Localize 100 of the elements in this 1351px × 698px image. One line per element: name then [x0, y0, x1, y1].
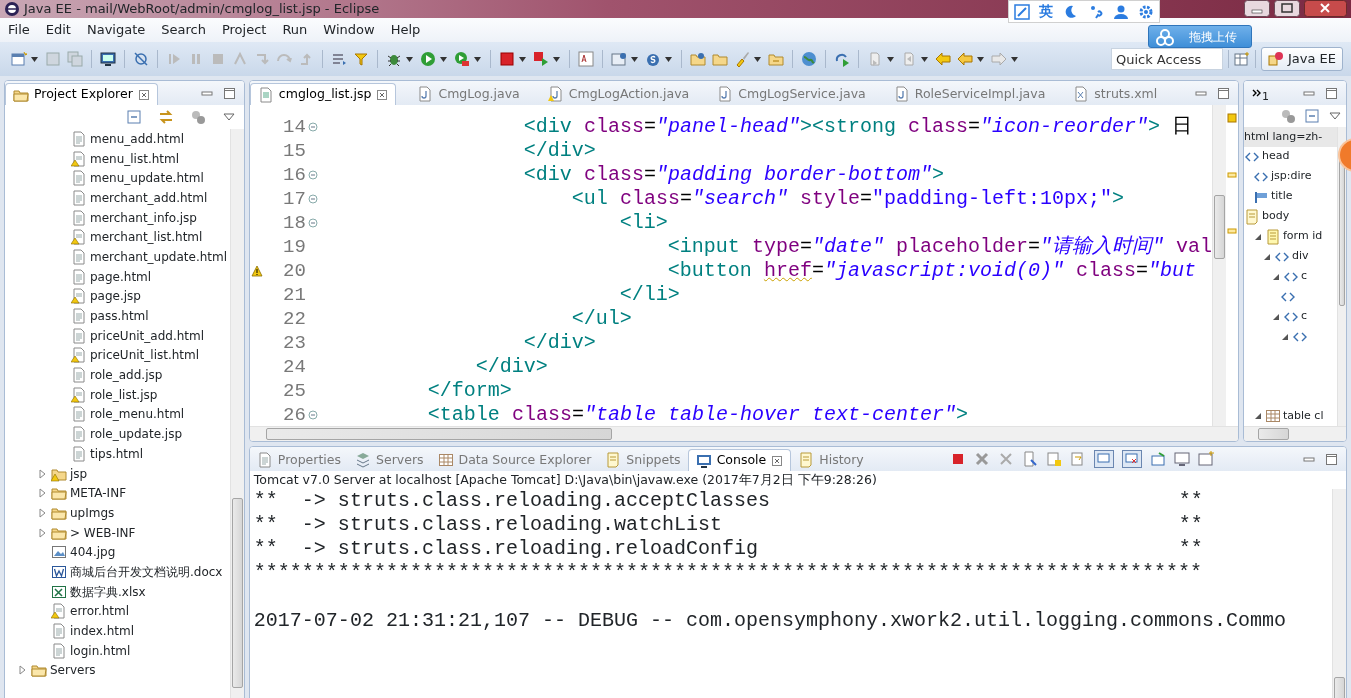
caret-icon[interactable]: [977, 56, 984, 62]
link-arrows-icon[interactable]: [157, 109, 174, 125]
menu-item[interactable]: Window: [315, 18, 383, 42]
expand-arrow-icon[interactable]: [17, 664, 28, 677]
vertical-scrollbar[interactable]: [229, 129, 244, 698]
view-tab[interactable]: Properties: [249, 449, 349, 471]
last-edit-icon[interactable]: [935, 51, 951, 67]
lines-icon[interactable]: [331, 51, 347, 67]
menu-item[interactable]: Help: [382, 18, 429, 42]
outline-item[interactable]: table cl: [1283, 407, 1324, 425]
text-icon[interactable]: [578, 51, 594, 67]
folder-icon[interactable]: [712, 51, 728, 67]
fold-icon[interactable]: [307, 122, 318, 132]
editor-tab[interactable]: CmgLogAction.java: [540, 83, 697, 105]
show-on-error-icon[interactable]: [1122, 450, 1143, 468]
horizontal-scrollbar[interactable]: [249, 426, 1238, 441]
overflow-count[interactable]: 1: [1262, 88, 1269, 105]
editor-tab[interactable]: struts.xml: [1066, 83, 1165, 105]
tree-item[interactable]: menu_update.html: [90, 169, 204, 188]
language-toggle[interactable]: 英: [1039, 1, 1053, 22]
outline-item[interactable]: c: [1301, 268, 1308, 285]
outline-item[interactable]: head: [1262, 148, 1290, 165]
outline-item[interactable]: body: [1262, 208, 1290, 225]
caret-icon[interactable]: [440, 56, 447, 62]
outline-root[interactable]: html lang=zh-: [1244, 127, 1337, 147]
tree-item[interactable]: pass.html: [90, 307, 149, 326]
outline-item[interactable]: c: [1301, 308, 1308, 325]
menu-item[interactable]: Run: [274, 18, 316, 42]
caret-icon[interactable]: [1011, 56, 1018, 62]
user-icon[interactable]: [1112, 3, 1129, 20]
vertical-scrollbar[interactable]: [1332, 489, 1346, 698]
tree-item[interactable]: role_menu.html: [90, 405, 185, 424]
fold-icon[interactable]: [307, 170, 318, 180]
server-start-icon[interactable]: [533, 51, 549, 67]
crossed-link-icon[interactable]: [133, 51, 149, 67]
gears-icon[interactable]: [189, 109, 206, 125]
maximize-icon[interactable]: [1324, 86, 1338, 100]
vertical-scrollbar[interactable]: [1337, 127, 1346, 426]
remove-launch-icon[interactable]: [974, 451, 991, 467]
gears-icon[interactable]: [1280, 108, 1296, 124]
filter-icon[interactable]: [353, 51, 369, 67]
tree-item[interactable]: login.html: [70, 641, 131, 660]
outline-item[interactable]: div: [1292, 248, 1309, 265]
menu-item[interactable]: Edit: [37, 18, 79, 42]
tree-item[interactable]: jsp: [70, 464, 88, 483]
horizontal-scrollbar[interactable]: [1244, 426, 1346, 441]
tree-item[interactable]: menu_add.html: [90, 129, 185, 148]
settings-icon[interactable]: [1138, 3, 1155, 20]
tree-item[interactable]: upImgs: [70, 503, 115, 522]
new-window-icon[interactable]: [11, 51, 27, 67]
display-console-icon[interactable]: [1174, 451, 1191, 467]
tree-item[interactable]: merchant_info.jsp: [90, 208, 197, 227]
stop-server-icon[interactable]: [499, 51, 515, 67]
expand-arrow-icon[interactable]: [37, 467, 48, 480]
tree-item[interactable]: 商城后台开发文档说明.docx: [70, 562, 223, 581]
pin-console-icon[interactable]: [1150, 451, 1167, 467]
editor-tab[interactable]: cmglog_list.jsp: [249, 83, 397, 105]
view-tab[interactable]: Project Explorer: [5, 83, 158, 105]
collapse-all-icon[interactable]: [125, 109, 142, 125]
tree-item[interactable]: merchant_add.html: [90, 188, 208, 207]
open-perspective-icon[interactable]: [1233, 51, 1250, 67]
maximize-button[interactable]: [1274, 0, 1300, 17]
expand-arrow-icon[interactable]: [1253, 411, 1263, 421]
close-icon[interactable]: [771, 454, 784, 467]
tree-item[interactable]: role_list.jsp: [90, 385, 158, 404]
caret-icon[interactable]: [887, 56, 894, 62]
view-tab[interactable]: History: [791, 449, 871, 471]
collapse-all-icon[interactable]: [1304, 108, 1320, 124]
tree-item[interactable]: page.jsp: [90, 287, 141, 306]
outline-item[interactable]: title: [1271, 188, 1293, 205]
caret-icon[interactable]: [474, 56, 481, 62]
refresh-run-icon[interactable]: [834, 51, 850, 67]
chevron-icon[interactable]: [1252, 88, 1262, 98]
tree-item[interactable]: merchant_update.html: [90, 247, 228, 266]
tree-item[interactable]: priceUnit_list.html: [90, 346, 200, 365]
show-on-output-icon[interactable]: [1094, 450, 1115, 468]
view-tab[interactable]: Snippets: [598, 449, 688, 471]
caret-icon[interactable]: [754, 56, 761, 62]
caret-icon[interactable]: [631, 56, 638, 62]
fold-icon[interactable]: [307, 218, 318, 228]
menu-item[interactable]: Navigate: [78, 18, 154, 42]
maximize-icon[interactable]: [1216, 86, 1230, 100]
close-icon[interactable]: [376, 88, 389, 101]
caret-icon[interactable]: [406, 56, 413, 62]
quick-access-field[interactable]: Quick Access: [1110, 48, 1223, 70]
monitor-icon[interactable]: [100, 51, 116, 67]
perspective-button[interactable]: Java EE: [1260, 47, 1343, 71]
maximize-icon[interactable]: [221, 86, 236, 100]
caret-icon[interactable]: [553, 56, 560, 62]
remove-all-icon[interactable]: [998, 451, 1015, 467]
close-button[interactable]: [1304, 0, 1347, 17]
minimize-button[interactable]: [1244, 0, 1270, 17]
caret-icon[interactable]: [921, 56, 928, 62]
tree-item[interactable]: merchant_list.html: [90, 228, 203, 247]
vertical-scrollbar[interactable]: [1212, 105, 1226, 426]
open-folder-icon[interactable]: [690, 51, 706, 67]
editor-tab[interactable]: CmgLog.java: [410, 83, 527, 105]
view-tab[interactable]: Data Source Explorer: [430, 449, 599, 471]
menu-item[interactable]: File: [0, 18, 38, 42]
tree-item[interactable]: META-INF: [70, 484, 127, 503]
